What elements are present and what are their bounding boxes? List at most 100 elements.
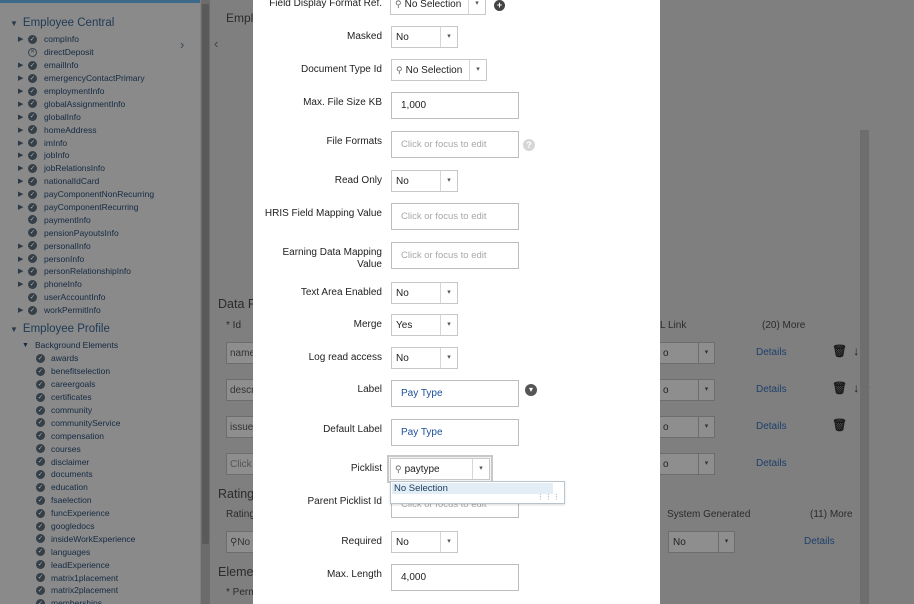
collapse-triangle-icon[interactable]: ▼	[10, 325, 18, 334]
scrollbar-thumb[interactable]	[202, 4, 209, 544]
tree-item[interactable]: ✓ pensionPayoutsInfo	[18, 226, 154, 239]
employee-profile-header[interactable]: ▼ Employee Profile	[10, 323, 110, 335]
tree-item[interactable]: ▶ ✓ emergencyContactPrimary	[18, 72, 154, 85]
rating-details-link[interactable]: Details	[804, 536, 835, 547]
document-type-combo[interactable]: ⚲ No Selection ▾	[391, 59, 487, 81]
more-rating-link[interactable]: (11) More	[810, 509, 853, 520]
tree-item[interactable]: ▶ ✓ jobInfo	[18, 149, 154, 162]
tree-item[interactable]: ▶ ✓ payComponentRecurring	[18, 201, 154, 214]
row-select[interactable]: o ▾	[658, 379, 715, 401]
row-actions[interactable]: 🗑↓↑	[832, 381, 877, 395]
merge-select[interactable]: Yes ▾	[391, 314, 458, 336]
help-icon[interactable]: ?	[523, 139, 535, 151]
tree-item[interactable]: ✓ compensation	[36, 429, 135, 442]
chevron-down-icon[interactable]: ▾	[472, 459, 489, 479]
row-details-link[interactable]: Details	[756, 421, 787, 432]
row-select[interactable]: o ▾	[658, 453, 715, 475]
label-input[interactable]: Pay Type	[391, 380, 519, 407]
dialog-scrollbar[interactable]	[860, 130, 869, 604]
tree-item[interactable]: ✓ paymentInfo	[18, 213, 154, 226]
tree-item[interactable]: ✓ certificates	[36, 391, 135, 404]
tree-item[interactable]: ▶ ✓ employmentInfo	[18, 85, 154, 98]
tree-item[interactable]: ✓ communityService	[36, 416, 135, 429]
expand-triangle-icon[interactable]: ▶	[18, 164, 28, 172]
tree-item[interactable]: ▶ ✓ workPermitInfo	[18, 304, 154, 317]
collapse-triangle-icon[interactable]: ▼	[22, 342, 29, 349]
resize-grip-icon[interactable]: ⋮⋮⋮	[537, 493, 561, 501]
tree-item[interactable]: ✓ userAccountInfo	[18, 291, 154, 304]
collapse-triangle-icon[interactable]: ▼	[10, 19, 18, 28]
sidebar-scrollbar[interactable]	[201, 0, 210, 604]
employee-central-header[interactable]: ▼ Employee Central	[10, 17, 114, 29]
expand-triangle-icon[interactable]: ▶	[18, 280, 28, 288]
expand-triangle-icon[interactable]: ▶	[18, 306, 28, 314]
tree-item[interactable]: ✓ matrix1placement	[36, 571, 135, 584]
tree-item[interactable]: ✓ googledocs	[36, 520, 135, 533]
row-select[interactable]: o ▾	[658, 416, 715, 438]
background-elements-header[interactable]: ▼ Background Elements	[22, 340, 118, 350]
tree-item[interactable]: ✓ funcExperience	[36, 507, 135, 520]
tree-item[interactable]: ▶ ✓ jobRelationsInfo	[18, 162, 154, 175]
expand-triangle-icon[interactable]: ▶	[18, 151, 28, 159]
tree-item[interactable]: ▶ ✓ emailInfo	[18, 59, 154, 72]
max-length-input[interactable]: 4,000	[391, 564, 519, 591]
row-details-link[interactable]: Details	[756, 384, 787, 395]
expand-triangle-icon[interactable]: ▶	[18, 242, 28, 250]
tree-item[interactable]: ✕ directDeposit	[18, 46, 154, 59]
expand-triangle-icon[interactable]: ▶	[18, 139, 28, 147]
tree-item[interactable]: ✓ matrix2placement	[36, 584, 135, 597]
expand-triangle-icon[interactable]: ▶	[18, 100, 28, 108]
tree-item[interactable]: ✓ education	[36, 481, 135, 494]
row-details-link[interactable]: Details	[756, 458, 787, 469]
tree-item[interactable]: ✓ documents	[36, 468, 135, 481]
tree-item[interactable]: ✓ insideWorkExperience	[36, 532, 135, 545]
tree-item[interactable]: ▶ ✓ imInfo	[18, 136, 154, 149]
back-chevron-icon[interactable]: ‹	[214, 36, 218, 51]
chevron-right-icon[interactable]: ›	[180, 37, 184, 52]
read-only-select[interactable]: No ▾	[391, 170, 458, 192]
default-label-input[interactable]: Pay Type	[391, 419, 519, 446]
tree-item[interactable]: ✓ careergoals	[36, 378, 135, 391]
row-details-link[interactable]: Details	[756, 347, 787, 358]
translate-icon[interactable]: ▾	[525, 384, 537, 396]
tree-item[interactable]: ▶ ✓ compInfo	[18, 33, 154, 46]
tree-item[interactable]: ✓ languages	[36, 545, 135, 558]
tree-item[interactable]: ✓ benefitselection	[36, 365, 135, 378]
expand-triangle-icon[interactable]: ▶	[18, 126, 28, 134]
picklist-input-value[interactable]: paytype	[405, 464, 440, 475]
max-file-size-input[interactable]: 1,000	[391, 92, 519, 119]
row-select[interactable]: o ▾	[658, 342, 715, 364]
tree-item[interactable]: ✓ memberships	[36, 597, 135, 604]
required-select[interactable]: No ▾	[391, 531, 458, 553]
file-formats-input[interactable]: Click or focus to edit	[391, 131, 519, 158]
tree-item[interactable]: ▶ ✓ personRelationshipInfo	[18, 265, 154, 278]
expand-triangle-icon[interactable]: ▶	[18, 87, 28, 95]
tree-item[interactable]: ▶ ✓ nationalIdCard	[18, 175, 154, 188]
expand-triangle-icon[interactable]: ▶	[18, 177, 28, 185]
earning-mapping-input[interactable]: Click or focus to edit	[391, 242, 519, 269]
expand-triangle-icon[interactable]: ▶	[18, 61, 28, 69]
tree-item[interactable]: ▶ ✓ personalInfo	[18, 239, 154, 252]
tree-item[interactable]: ▶ ✓ homeAddress	[18, 123, 154, 136]
tree-item[interactable]: ✓ community	[36, 404, 135, 417]
tree-item[interactable]: ▶ ✓ payComponentNonRecurring	[18, 188, 154, 201]
expand-triangle-icon[interactable]: ▶	[18, 74, 28, 82]
tree-item[interactable]: ▶ ✓ personInfo	[18, 252, 154, 265]
tree-item[interactable]: ▶ ✓ globalAssignmentInfo	[18, 97, 154, 110]
expand-triangle-icon[interactable]: ▶	[18, 35, 28, 43]
expand-triangle-icon[interactable]: ▶	[18, 113, 28, 121]
picklist-option[interactable]: No Selection	[392, 483, 553, 494]
tree-item[interactable]: ✓ fsaelection	[36, 494, 135, 507]
tree-item[interactable]: ✓ leadExperience	[36, 558, 135, 571]
hris-mapping-input[interactable]: Click or focus to edit	[391, 203, 519, 230]
log-read-select[interactable]: No ▾	[391, 347, 458, 369]
tree-item[interactable]: ▶ ✓ globalInfo	[18, 110, 154, 123]
expand-triangle-icon[interactable]: ▶	[18, 255, 28, 263]
tree-item[interactable]: ✓ courses	[36, 442, 135, 455]
picklist-combo[interactable]: ⚲ paytype ▾	[390, 458, 490, 480]
rating-select[interactable]: No ▾	[668, 531, 735, 553]
expand-triangle-icon[interactable]: ▶	[18, 203, 28, 211]
masked-select[interactable]: No ▾	[391, 26, 458, 48]
text-area-select[interactable]: No ▾	[391, 282, 458, 304]
tree-item[interactable]: ✓ disclaimer	[36, 455, 135, 468]
